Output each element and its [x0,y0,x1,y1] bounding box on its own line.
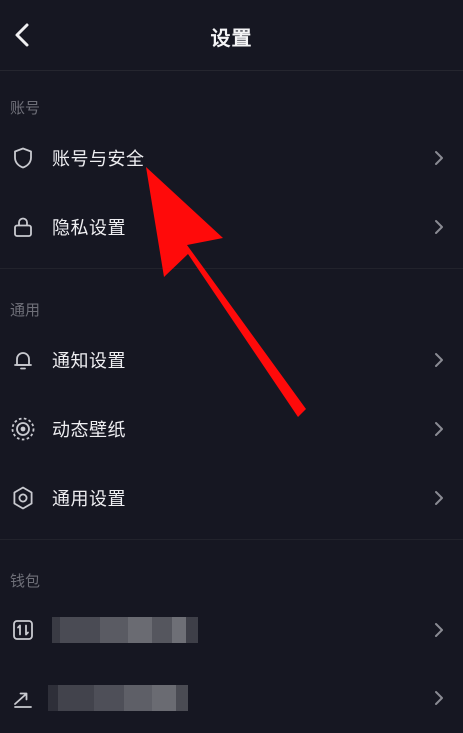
chevron-right-icon [435,353,443,367]
section-label-wallet: 钱包 [10,572,41,590]
chevron-right-icon [435,623,443,637]
wallet-balance-icon [10,617,36,643]
section-label-general: 通用 [10,301,41,319]
bell-icon [10,347,36,373]
chevron-right-icon [435,422,443,436]
row-label: 隐私设置 [52,218,126,239]
row-wallet-item-2[interactable] [0,670,463,726]
row-label: 动态壁纸 [52,420,126,441]
section-divider [0,268,463,269]
row-label: 账号与安全 [52,149,145,170]
lock-icon [10,214,36,240]
row-wallet-item-1[interactable] [0,602,463,658]
chevron-right-icon [435,691,443,705]
section-label-account: 账号 [10,99,41,117]
row-label: 通知设置 [52,351,126,372]
live-wallpaper-icon [10,416,36,442]
row-notification-settings[interactable]: 通知设置 [0,332,463,388]
section-divider [0,539,463,540]
row-general-settings[interactable]: 通用设置 [0,470,463,526]
row-live-wallpaper[interactable]: 动态壁纸 [0,401,463,457]
row-privacy-settings[interactable]: 隐私设置 [0,199,463,255]
chevron-right-icon [435,151,443,165]
shield-icon [10,145,36,171]
trend-arrow-icon [10,685,36,711]
page-title: 设置 [210,26,253,50]
chevron-right-icon [435,220,443,234]
obscured-label [48,685,188,711]
obscured-label [52,617,198,643]
gear-icon [10,485,36,511]
row-label: 通用设置 [52,489,126,510]
top-bar: 设置 [0,0,463,71]
row-account-security[interactable]: 账号与安全 [0,130,463,186]
chevron-right-icon [435,491,443,505]
